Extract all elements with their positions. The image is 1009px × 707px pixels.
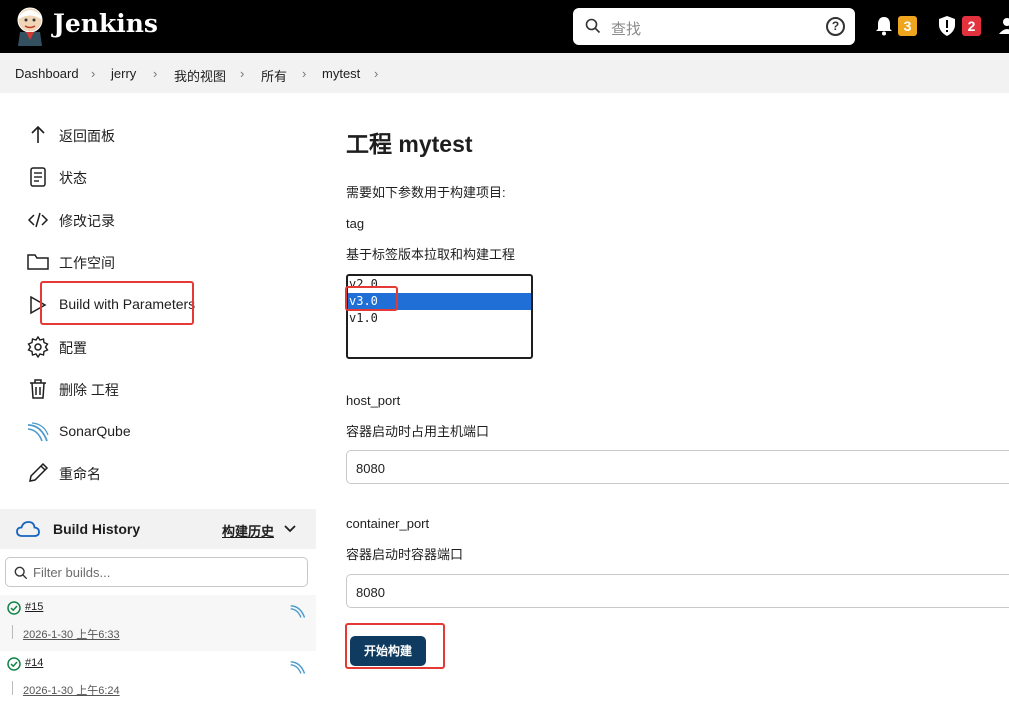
build-number-link[interactable]: #14 (25, 657, 43, 669)
trash-icon (30, 379, 46, 399)
sidebar-item-label: 配置 (59, 340, 87, 356)
sidebar-item-sonarqube[interactable]: SonarQube (27, 417, 307, 447)
folder-icon (27, 254, 49, 270)
document-icon (30, 167, 46, 187)
param-description-container-port: 容器启动时容器端口 (346, 547, 464, 562)
sidebar-item-label: 返回面板 (59, 128, 115, 144)
container-port-input[interactable]: 8080 (346, 574, 1009, 608)
pencil-icon (29, 462, 49, 482)
gear-icon (27, 336, 49, 358)
top-header: Jenkins 查找 ? 3 2 (0, 0, 1009, 53)
notifications-badge[interactable]: 3 (898, 16, 917, 36)
build-history-header: Build History 构建历史 (0, 509, 316, 549)
breadcrumb-all[interactable]: 所有 (261, 66, 287, 85)
build-timestamp[interactable]: 2026-1-30 上午6:24 (23, 682, 120, 698)
sidebar-item-label: 删除 工程 (59, 382, 119, 398)
host-port-input[interactable]: 8080 (346, 450, 1009, 484)
sidebar-item-changes[interactable]: 修改记录 (27, 205, 307, 235)
sonarqube-icon (27, 422, 49, 442)
sidebar-item-label: 工作空间 (59, 255, 115, 271)
sonarqube-icon[interactable] (290, 603, 306, 619)
jenkins-logo-icon[interactable] (14, 6, 46, 46)
filter-placeholder[interactable]: Filter builds... (33, 565, 110, 580)
build-number-link[interactable]: #15 (25, 601, 43, 613)
sidebar-item-label: 状态 (59, 170, 87, 186)
param-description-tag: 基于标签版本拉取和构建工程 (346, 247, 516, 262)
chevron-right-icon: › (153, 66, 158, 81)
cloud-icon (16, 521, 40, 537)
sonarqube-icon[interactable] (290, 659, 306, 675)
tag-option[interactable]: v1.0 (348, 310, 531, 327)
filter-builds-input[interactable]: Filter builds... (5, 557, 308, 587)
sidebar-item-rename[interactable]: 重命名 (27, 458, 307, 488)
highlight-box (40, 281, 194, 325)
highlight-box (345, 623, 445, 669)
sidebar-item-back-to-dashboard[interactable]: 返回面板 (27, 120, 307, 150)
sidebar-item-label: SonarQube (59, 423, 131, 439)
chevron-right-icon: › (240, 66, 245, 81)
host-port-value[interactable]: 8080 (356, 461, 385, 476)
param-description-host-port: 容器启动时占用主机端口 (346, 424, 490, 439)
parameters-intro: 需要如下参数用于构建项目: (346, 185, 506, 200)
chevron-right-icon: › (374, 66, 379, 81)
sidebar-item-workspace[interactable]: 工作空间 (27, 247, 307, 277)
timeline-line (12, 625, 13, 639)
chevron-down-icon[interactable] (284, 525, 296, 533)
chevron-right-icon: › (91, 66, 96, 81)
breadcrumb-dashboard[interactable]: Dashboard (15, 66, 79, 81)
param-name-tag: tag (346, 216, 365, 231)
success-check-icon (7, 657, 21, 671)
search-icon (14, 566, 28, 580)
timeline-line (12, 681, 13, 695)
param-name-container-port: container_port (346, 516, 430, 531)
page-title: 工程 mytest (346, 131, 473, 157)
success-check-icon (7, 601, 21, 615)
build-history-title: Build History (53, 521, 141, 537)
code-icon (27, 212, 49, 228)
sidebar-item-label: 修改记录 (59, 213, 115, 229)
build-timestamp[interactable]: 2026-1-30 上午6:33 (23, 626, 120, 642)
container-port-value[interactable]: 8080 (356, 585, 385, 600)
sidebar-item-label: 重命名 (59, 466, 101, 482)
breadcrumb: Dashboard › jerry › 我的视图 › 所有 › mytest › (0, 53, 1009, 93)
brand-name[interactable]: Jenkins (53, 9, 158, 38)
highlight-box (345, 286, 398, 311)
build-trend-link[interactable]: 构建历史 (222, 521, 274, 540)
bell-icon[interactable] (875, 16, 893, 36)
sidebar-item-configure[interactable]: 配置 (27, 332, 307, 362)
build-row[interactable]: #15 2026-1-30 上午6:33 (0, 595, 316, 651)
security-badge[interactable]: 2 (962, 16, 981, 36)
user-icon[interactable] (999, 18, 1009, 34)
search-box[interactable]: 查找 ? (573, 8, 855, 45)
breadcrumb-jerry[interactable]: jerry (111, 66, 136, 81)
param-name-host-port: host_port (346, 393, 401, 408)
help-icon[interactable]: ? (826, 17, 845, 36)
sidebar-item-delete-project[interactable]: 删除 工程 (27, 374, 307, 404)
breadcrumb-mytest[interactable]: mytest (322, 66, 360, 81)
chevron-right-icon: › (302, 66, 307, 81)
shield-alert-icon[interactable] (938, 16, 956, 36)
sidebar-item-status[interactable]: 状态 (27, 162, 307, 192)
arrow-up-icon (31, 125, 45, 143)
breadcrumb-my-views[interactable]: 我的视图 (174, 66, 226, 85)
search-placeholder[interactable]: 查找 (611, 18, 641, 39)
search-icon (585, 18, 601, 34)
build-row[interactable]: #14 2026-1-30 上午6:24 (0, 651, 316, 707)
